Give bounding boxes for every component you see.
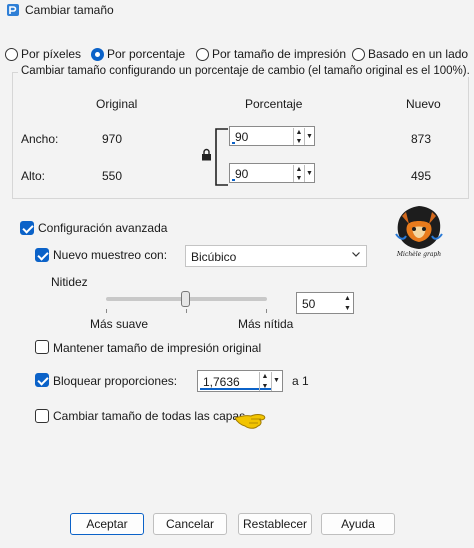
radio-label-basado-en-un-lado[interactable]: Basado en un lado [368,47,468,61]
ok-button[interactable]: Aceptar [70,513,144,535]
spin-up-icon[interactable]: ▲ [342,294,353,304]
sharpness-min-label: Más suave [90,317,149,331]
height-label: Alto: [21,169,46,183]
keep-print-size-checkbox[interactable] [35,340,49,354]
app-icon [7,4,19,16]
advanced-settings-checkbox[interactable] [20,221,34,235]
lock-ratio-spinner[interactable]: ▲ ▼ [259,372,270,391]
percent-group-legend: Cambiar tamaño configurando un porcentaj… [18,65,473,77]
radio-por-pixeles[interactable] [5,48,18,61]
sharpness-max-label: Más nítida [238,317,294,331]
spin-down-icon[interactable]: ▼ [294,174,304,183]
spin-up-icon[interactable]: ▲ [260,372,270,382]
input-focus-indicator [232,142,235,144]
width-percentage-input[interactable]: 90 ▲ ▼ ▼ [229,126,315,146]
lock-icon[interactable] [201,148,212,161]
lock-ratio-value: 1,7636 [203,375,240,389]
header-percentage: Porcentaje [245,97,303,111]
resample-method-value: Bicúbico [191,250,237,264]
window-title: Cambiar tamaño [25,3,114,17]
slider-tick [266,309,267,313]
resize-all-layers-checkbox[interactable] [35,409,49,423]
lock-ratio-input[interactable]: 1,7636 ▲ ▼ ▼ [197,370,283,392]
spin-down-icon[interactable]: ▼ [294,137,304,146]
spin-up-icon[interactable]: ▲ [294,128,304,137]
width-new-value: 873 [411,132,432,146]
input-focus-indicator [232,179,235,181]
height-original-value: 550 [102,169,123,183]
radio-por-porcentaje[interactable] [91,48,104,61]
reset-button[interactable]: Restablecer [238,513,312,535]
height-percentage-input[interactable]: 90 ▲ ▼ ▼ [229,163,315,183]
keep-print-size-label[interactable]: Mantener tamaño de impresión original [53,341,261,355]
chevron-down-icon [352,252,360,257]
header-new: Nuevo [406,97,441,111]
radio-label-por-porcentaje[interactable]: Por porcentaje [107,47,185,61]
spin-down-icon[interactable]: ▼ [260,382,270,392]
watermark-logo: Michèle graph [395,206,443,258]
slider-tick [186,309,187,313]
watermark-text: Michèle graph [396,251,441,258]
resize-all-layers-label[interactable]: Cambiar tamaño de todas las capas [53,409,245,423]
spin-up-icon[interactable]: ▲ [294,165,304,174]
slider-tick [106,309,107,313]
sharpness-slider-thumb[interactable] [181,291,190,307]
advanced-settings-label[interactable]: Configuración avanzada [38,221,167,235]
sharpness-spinner[interactable]: ▲ ▼ [342,294,353,313]
width-percentage-spinner[interactable]: ▲ ▼ [293,128,304,145]
pointing-hand-icon [234,414,266,429]
spin-down-icon[interactable]: ▼ [342,304,353,314]
width-original-value: 970 [102,132,123,146]
height-new-value: 495 [411,169,432,183]
sharpness-input[interactable]: 50 ▲ ▼ [296,292,354,314]
radio-por-tamano-impresion[interactable] [196,48,209,61]
radio-label-por-pixeles[interactable]: Por píxeles [21,47,81,61]
sharpness-value: 50 [302,297,316,311]
cancel-button[interactable]: Cancelar [153,513,227,535]
header-original: Original [96,97,138,111]
sharpness-label: Nitidez [51,275,88,289]
height-percentage-dropdown-icon[interactable]: ▼ [304,165,314,182]
width-percentage-dropdown-icon[interactable]: ▼ [304,128,314,145]
resample-method-select[interactable]: Bicúbico [185,245,367,267]
width-percentage-value: 90 [235,130,249,144]
lock-ratio-dropdown-icon[interactable]: ▼ [271,372,281,391]
resample-checkbox[interactable] [35,248,49,262]
lock-ratio-suffix: a 1 [292,374,309,388]
radio-label-por-tamano-impresion[interactable]: Por tamaño de impresión [212,47,346,61]
radio-basado-en-un-lado[interactable] [352,48,365,61]
height-percentage-value: 90 [235,167,249,181]
help-button[interactable]: Ayuda [321,513,395,535]
resample-label[interactable]: Nuevo muestreo con: [53,248,167,262]
lock-ratio-checkbox[interactable] [35,373,49,387]
lock-ratio-label[interactable]: Bloquear proporciones: [53,374,177,388]
height-percentage-spinner[interactable]: ▲ ▼ [293,165,304,182]
width-label: Ancho: [21,132,59,146]
